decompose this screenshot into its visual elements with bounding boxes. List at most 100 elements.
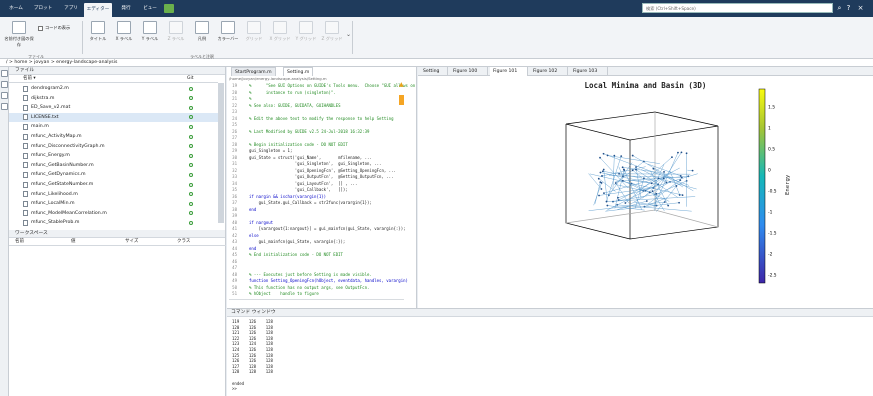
plot-axes[interactable]: 1.5 1 0.5 0 -0.5 -1 -1.5 -2 -2.5 — [418, 67, 873, 308]
code-line[interactable]: 21% — [227, 96, 415, 102]
colorbar-tick-label: 0.5 — [768, 147, 775, 153]
file-row[interactable]: mfunc_Likelihood.m — [9, 190, 218, 199]
code-line[interactable]: 24 % Edit the above text to modify the re… — [227, 116, 415, 122]
file-row[interactable]: dijkstra.m — [9, 94, 218, 103]
colorbar-button[interactable]: カラーバー — [216, 21, 240, 51]
tab-plots[interactable]: プロット — [32, 0, 54, 17]
ygrid-button[interactable]: Y グリッド — [294, 21, 318, 51]
minima-point — [677, 151, 679, 154]
warning-icon[interactable]: ▲ — [399, 81, 404, 88]
code-line[interactable]: 38 end — [227, 207, 415, 213]
search-input[interactable]: 検索 (Ctrl+Shift+Space) — [642, 3, 833, 13]
code-line[interactable]: 43 gui_mainfcn(gui_State, varargin{:}); — [227, 239, 415, 245]
chevron-down-icon[interactable]: ⌄ — [346, 31, 351, 38]
code-line[interactable]: 35 'gui_Callback', []); — [227, 187, 415, 193]
file-row[interactable]: dendrogram2.m — [9, 84, 218, 93]
ylabel-button[interactable]: Y ラベル — [138, 21, 162, 51]
col-git[interactable]: Git — [187, 75, 194, 83]
tab-publish[interactable]: 発行 — [116, 0, 136, 17]
source-control-icon[interactable] — [1, 103, 8, 110]
tab-home[interactable]: ホーム — [4, 0, 28, 17]
tab-startprogram[interactable]: StartProgram.m — [231, 67, 276, 76]
address-path[interactable]: / > home > jovyan > energy-landscape-ana… — [6, 60, 117, 65]
code-line[interactable]: 46 — [227, 259, 415, 265]
code-line[interactable]: 41 [varargout{1:nargout}] = gui_mainfcn(… — [227, 226, 415, 232]
legend-button[interactable]: 凡例 — [190, 21, 214, 51]
title-button[interactable]: タイトル — [86, 21, 110, 51]
code-line[interactable]: 23 — [227, 109, 415, 115]
file-row[interactable]: mfunc_Energy.m — [9, 151, 218, 160]
colorbar[interactable] — [758, 88, 766, 284]
code-line[interactable]: 39 — [227, 213, 415, 219]
code-line[interactable]: 28 % Begin initialization code - DO NOT E… — [227, 142, 415, 148]
workspace-icon[interactable] — [1, 81, 8, 88]
minima-point — [631, 169, 634, 172]
code-line[interactable]: 30 gui_State = struct('gui_Name', mfilena… — [227, 155, 415, 161]
search-icon[interactable]: ⌕ — [835, 3, 844, 13]
file-list-scrollbar[interactable] — [218, 83, 224, 223]
file-row[interactable]: mfunc_GetBasinNumber.m — [9, 161, 218, 170]
file-row[interactable]: mfunc_ModelMeanCorrelation.m — [9, 209, 218, 218]
save-figure-button[interactable]: 名前付き図の保存 — [4, 21, 34, 51]
code-line[interactable]: 26 % Last Modified by GUIDE v2.5 24-Jul-2… — [227, 129, 415, 135]
file-row[interactable]: ED_Save_v2.mat — [9, 103, 218, 112]
show-code-checkbox[interactable]: コードの表示 — [38, 25, 70, 31]
tab-view[interactable]: ビュー — [140, 0, 160, 17]
code-line[interactable]: 20 % instance to run (singleton)". — [227, 90, 415, 96]
file-row[interactable]: LICENSE.txt — [9, 112, 218, 122]
file-row[interactable]: mfunc_GetStateNumber.m — [9, 180, 218, 189]
help-icon[interactable]: ? — [844, 3, 853, 13]
code-line[interactable]: 47 — [227, 265, 415, 271]
ws-col-class[interactable]: クラス — [177, 238, 190, 246]
file-row[interactable]: mfunc_ActivityMap.m — [9, 132, 218, 141]
zgrid-button[interactable]: Z グリッド — [320, 21, 344, 51]
git-status-icon — [189, 201, 193, 206]
code-line[interactable]: 22 % See also: GUIDE, GUIDATA, GUIHANDLES — [227, 103, 415, 109]
ws-col-size[interactable]: サイズ — [125, 238, 138, 246]
file-row[interactable]: mfunc_GetDynamics.m — [9, 170, 218, 179]
code-line[interactable]: 37 gui_State.gui_Callback = str2func(var… — [227, 200, 415, 206]
code-line[interactable]: 27 — [227, 135, 415, 141]
code-line[interactable]: 33 'gui_OutputFcn', @Setting_OutputFcn, … — [227, 174, 415, 180]
tab-apps[interactable]: アプリ — [60, 0, 82, 17]
code-line[interactable]: 29 gui_Singleton = 1; — [227, 148, 415, 154]
xgrid-button[interactable]: X グリッド — [268, 21, 292, 51]
ws-col-name[interactable]: 名前 — [15, 238, 24, 246]
code-line[interactable]: 32 'gui_OpeningFcn', @Setting_OpeningFcn… — [227, 168, 415, 174]
file-row[interactable]: main.m — [9, 122, 218, 131]
code-line[interactable]: 51 % hObject handle to figure — [227, 291, 415, 297]
code-line[interactable]: 49 function Setting_OpeningFcn(hObject, e… — [227, 278, 415, 284]
code-line[interactable]: 36 if nargin && ischar(varargin{1}) — [227, 194, 415, 200]
ws-col-value[interactable]: 値 — [71, 238, 76, 246]
file-browser-icon[interactable] — [1, 70, 8, 77]
figure-tab-icon[interactable] — [164, 4, 174, 13]
close-icon[interactable]: × — [856, 3, 865, 13]
warning-marker[interactable] — [399, 95, 404, 105]
code-line[interactable]: 19 % "See GUI Options on GUIDE's Tools me… — [227, 83, 415, 89]
tab-editor[interactable]: エディター — [84, 3, 112, 17]
code-line[interactable]: 50 % This function has no output args, se… — [227, 285, 415, 291]
code-line[interactable]: 44 end — [227, 246, 415, 252]
code-line[interactable]: 45 % End initialization code - DO NOT EDI… — [227, 252, 415, 258]
command-window[interactable]: コマンド ウィンドウ 119 126 128 120 126 128 121 126… — [227, 308, 873, 396]
code-line[interactable]: 48 % --- Executes just before Setting is … — [227, 272, 415, 278]
code-line[interactable]: 34 'gui_LayoutFcn', [] , ... — [227, 181, 415, 187]
address-bar[interactable]: / > home > jovyan > energy-landscape-ana… — [0, 59, 873, 67]
zlabel-button[interactable]: Z ラベル — [164, 21, 188, 51]
col-name[interactable]: 名前 ▾ — [23, 75, 36, 83]
code-line[interactable]: 25 — [227, 122, 415, 128]
code-line[interactable]: 40 if nargout — [227, 220, 415, 226]
code-line[interactable]: 42 else — [227, 233, 415, 239]
add-ons-icon[interactable] — [1, 92, 8, 99]
code-line[interactable]: 31 'gui_Singleton', gui_Singleton, ... — [227, 161, 415, 167]
tab-setting[interactable]: Setting.m — [283, 67, 314, 76]
grid-button[interactable]: グリッド — [242, 21, 266, 51]
basin-link — [635, 178, 645, 209]
xlabel-button[interactable]: X ラベル — [112, 21, 136, 51]
editor-hscrollbar[interactable] — [229, 299, 404, 305]
file-row[interactable]: mfunc_StableProb.m — [9, 218, 218, 227]
file-row[interactable]: mfunc_LocalMin.m — [9, 199, 218, 208]
checkbox-box[interactable] — [38, 25, 43, 31]
file-row[interactable]: mfunc_DisconnectivityGraph.m — [9, 142, 218, 151]
file-icon — [23, 200, 28, 207]
